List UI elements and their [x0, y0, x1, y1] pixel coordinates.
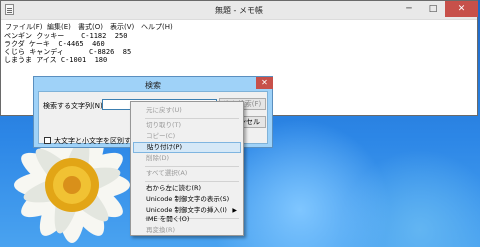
menu-item-undo[interactable]: 元に戻す(U) — [133, 105, 241, 116]
menu-item-open-ime[interactable]: IME を開く(O) — [133, 214, 241, 225]
find-dialog-title: 検索 — [145, 81, 161, 90]
find-dialog-close-button[interactable]: ✕ — [256, 77, 273, 89]
text-line: ラクダ ケーキ C-4465 460 — [4, 40, 105, 48]
text-line: くじら キャンディ C-8826 85 — [4, 48, 132, 56]
menu-item-paste[interactable]: 貼り付け(P) — [133, 142, 241, 153]
menu-item-cut[interactable]: 切り取り(T) — [133, 120, 241, 131]
menu-item-show-unicode-control[interactable]: Unicode 制御文字の表示(S) — [133, 194, 241, 205]
menu-file[interactable]: ファイル(F) — [5, 22, 43, 32]
menu-help[interactable]: ヘルプ(H) — [141, 22, 173, 32]
menu-item-reconvert[interactable]: 再変換(R) — [133, 225, 241, 236]
menu-item-insert-unicode-control-label: Unicode 制御文字の挿入(I) — [146, 206, 227, 214]
find-label: 検索する文字列(N): — [43, 102, 106, 110]
context-menu: 元に戻す(U) 切り取り(T) コピー(C) 貼り付け(P) 削除(D) すべて… — [130, 101, 244, 236]
maximize-button[interactable]: □ — [421, 1, 445, 17]
match-case-checkbox[interactable] — [44, 137, 51, 144]
menu-item-select-all[interactable]: すべて選択(A) — [133, 168, 241, 179]
notepad-titlebar[interactable]: 無題 - メモ帳 ─ □ ✕ — [1, 1, 478, 20]
text-line: ペンギン クッキー C-1182 250 — [4, 32, 128, 40]
menu-item-copy[interactable]: コピー(C) — [133, 131, 241, 142]
minimize-button[interactable]: ─ — [397, 1, 421, 17]
menu-separator — [145, 118, 239, 119]
menu-item-rtl-reading[interactable]: 右から左に読む(R) — [133, 183, 241, 194]
text-line: しまうま アイス C-1001 180 — [4, 56, 108, 64]
menu-separator — [145, 166, 239, 167]
close-button[interactable]: ✕ — [445, 1, 478, 17]
menu-separator — [145, 181, 239, 182]
menu-item-delete[interactable]: 削除(D) — [133, 153, 241, 164]
menu-bar: ファイル(F) 編集(E) 書式(O) 表示(V) ヘルプ(H) — [1, 20, 477, 31]
menu-view[interactable]: 表示(V) — [110, 22, 134, 32]
menu-edit[interactable]: 編集(E) — [47, 22, 71, 32]
notepad-text-area[interactable]: ペンギン クッキー C-1182 250 ラクダ ケーキ C-4465 460 … — [4, 32, 131, 64]
menu-format[interactable]: 書式(O) — [78, 22, 103, 32]
